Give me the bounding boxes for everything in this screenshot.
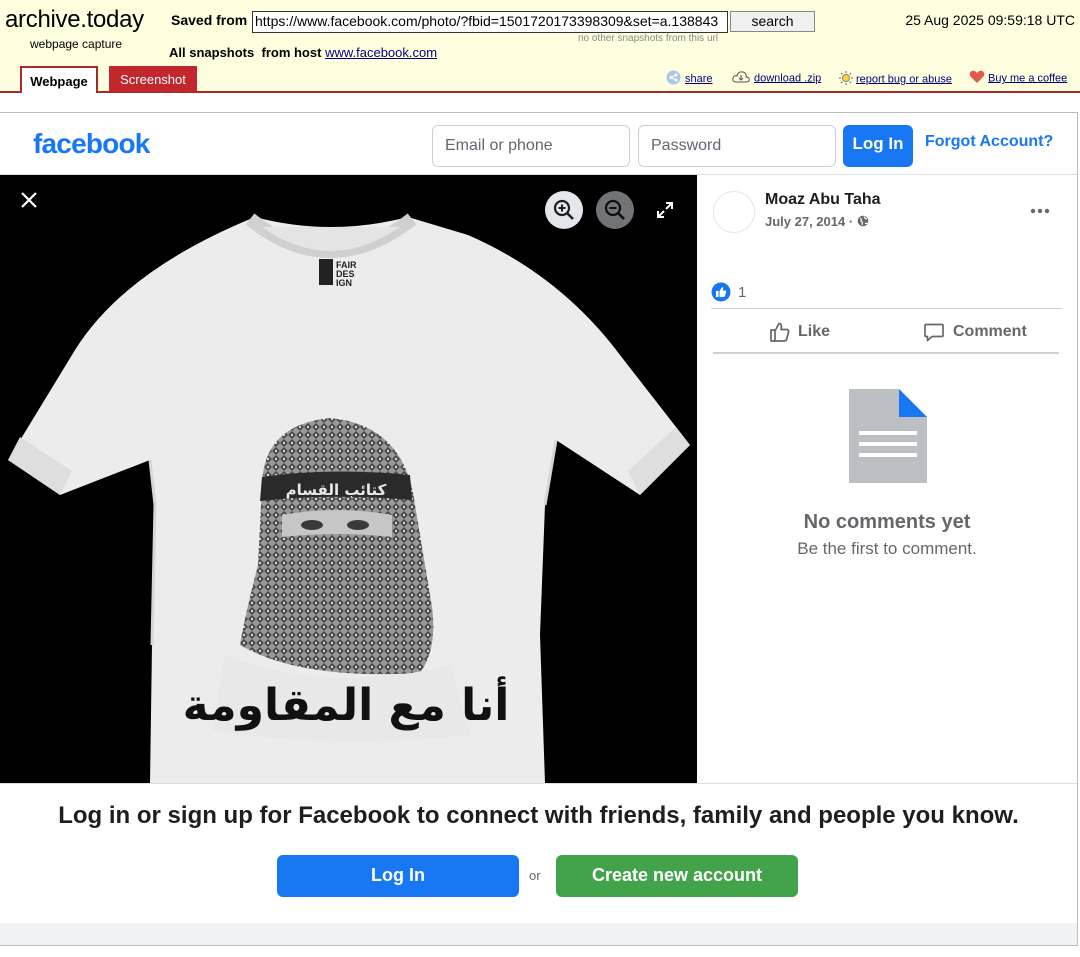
document-icon — [849, 389, 927, 483]
report-icon — [838, 70, 854, 89]
like-label: Like — [798, 323, 831, 340]
reaction-summary[interactable]: 1 — [711, 281, 746, 303]
archive-header: archive.today webpage capture Saved from… — [0, 0, 1080, 93]
fullscreen-button[interactable] — [646, 191, 684, 229]
facebook-topbar: facebook Email or phone Password Log In … — [0, 113, 1077, 175]
host-link[interactable]: www.facebook.com — [325, 45, 437, 60]
all-snapshots-label: All snapshots — [169, 45, 255, 60]
no-comments-subtitle: Be the first to comment. — [797, 539, 977, 558]
fullscreen-icon — [657, 202, 673, 218]
signup-prompt: Log in or sign up for Facebook to connec… — [0, 783, 1077, 923]
report-label: report bug or abuse — [856, 73, 953, 86]
coffee-link[interactable]: Buy me a coffee — [969, 70, 1067, 87]
comment-icon — [924, 323, 944, 342]
date-separator: · — [848, 214, 854, 229]
create-account-button[interactable]: Create new account — [556, 855, 798, 897]
reaction-divider — [711, 308, 1062, 309]
forgot-account-link[interactable]: Forgot Account? — [925, 133, 1053, 151]
no-comments-title: No comments yet — [803, 511, 971, 533]
saved-from-label: Saved from — [171, 12, 248, 28]
email-field[interactable]: Email or phone — [432, 125, 630, 167]
or-label: or — [529, 868, 541, 883]
all-snapshots-row: All snapshots from host www.facebook.com — [169, 45, 437, 60]
signup-prompt-text: Log in or sign up for Facebook to connec… — [58, 802, 1019, 829]
zoom-in-button[interactable] — [545, 191, 583, 229]
thumbs-up-icon — [770, 322, 790, 342]
actions-divider — [713, 352, 1059, 354]
facebook-logo[interactable]: facebook — [33, 128, 150, 160]
t-shirt-photo: FAIR DES IGN كتائب القسام أنا مع المقاوم… — [0, 175, 697, 783]
comment-label: Comment — [953, 323, 1027, 340]
reaction-count: 1 — [738, 283, 747, 301]
tab-screenshot[interactable]: Screenshot — [109, 66, 197, 92]
more-icon — [1030, 208, 1050, 214]
share-label: share — [685, 72, 713, 85]
close-button[interactable] — [10, 181, 48, 219]
download-label: download .zip — [754, 72, 822, 85]
search-button[interactable]: search — [730, 11, 815, 32]
arabic-caption: أنا مع المقاومة — [183, 676, 510, 731]
no-other-snapshots-text: no other snapshots from this url — [578, 33, 719, 44]
photo-viewer: FAIR DES IGN كتائب القسام أنا مع المقاوم… — [0, 175, 697, 783]
login-button[interactable]: Log In — [843, 125, 913, 167]
avatar[interactable] — [713, 191, 755, 233]
from-host-label: from host — [261, 45, 322, 60]
zoom-in-icon — [553, 199, 574, 220]
headband-text: كتائب القسام — [286, 481, 387, 499]
tab-webpage[interactable]: Webpage — [20, 66, 98, 93]
share-icon — [666, 70, 681, 88]
share-link[interactable]: share — [666, 70, 713, 88]
cta-login-button[interactable]: Log In — [277, 855, 519, 897]
download-link[interactable]: download .zip — [732, 70, 821, 87]
password-field[interactable]: Password — [638, 125, 836, 167]
post-date[interactable]: July 27, 2014 — [765, 214, 845, 229]
post-author[interactable]: Moaz Abu Taha — [765, 191, 881, 209]
post-sidebar: Moaz Abu Taha July 27, 2014 · 1 Like Com… — [697, 175, 1077, 783]
url-input[interactable]: https://www.facebook.com/photo/?fbid=150… — [252, 11, 728, 33]
comment-button[interactable]: Comment — [923, 315, 1027, 349]
download-icon — [732, 70, 750, 87]
like-reaction-icon — [711, 282, 731, 302]
zoom-out-icon — [604, 199, 625, 220]
zoom-out-button[interactable] — [596, 191, 634, 229]
more-options-button[interactable] — [1023, 197, 1057, 225]
archive-subtitle: webpage capture — [30, 37, 123, 51]
close-icon — [21, 192, 37, 208]
archive-logo[interactable]: archive.today — [5, 6, 144, 34]
captured-page: facebook Email or phone Password Log In … — [0, 112, 1078, 946]
capture-date: 25 Aug 2025 09:59:18 UTC — [905, 12, 1075, 28]
report-link[interactable]: report bug or abuse — [838, 70, 952, 89]
heart-icon — [969, 70, 985, 87]
like-button[interactable]: Like — [769, 315, 830, 349]
post-meta: July 27, 2014 · — [765, 214, 869, 229]
coffee-label: Buy me a coffee — [988, 72, 1068, 85]
globe-icon — [857, 215, 869, 227]
brand-tag-line-3: IGN — [336, 278, 352, 288]
